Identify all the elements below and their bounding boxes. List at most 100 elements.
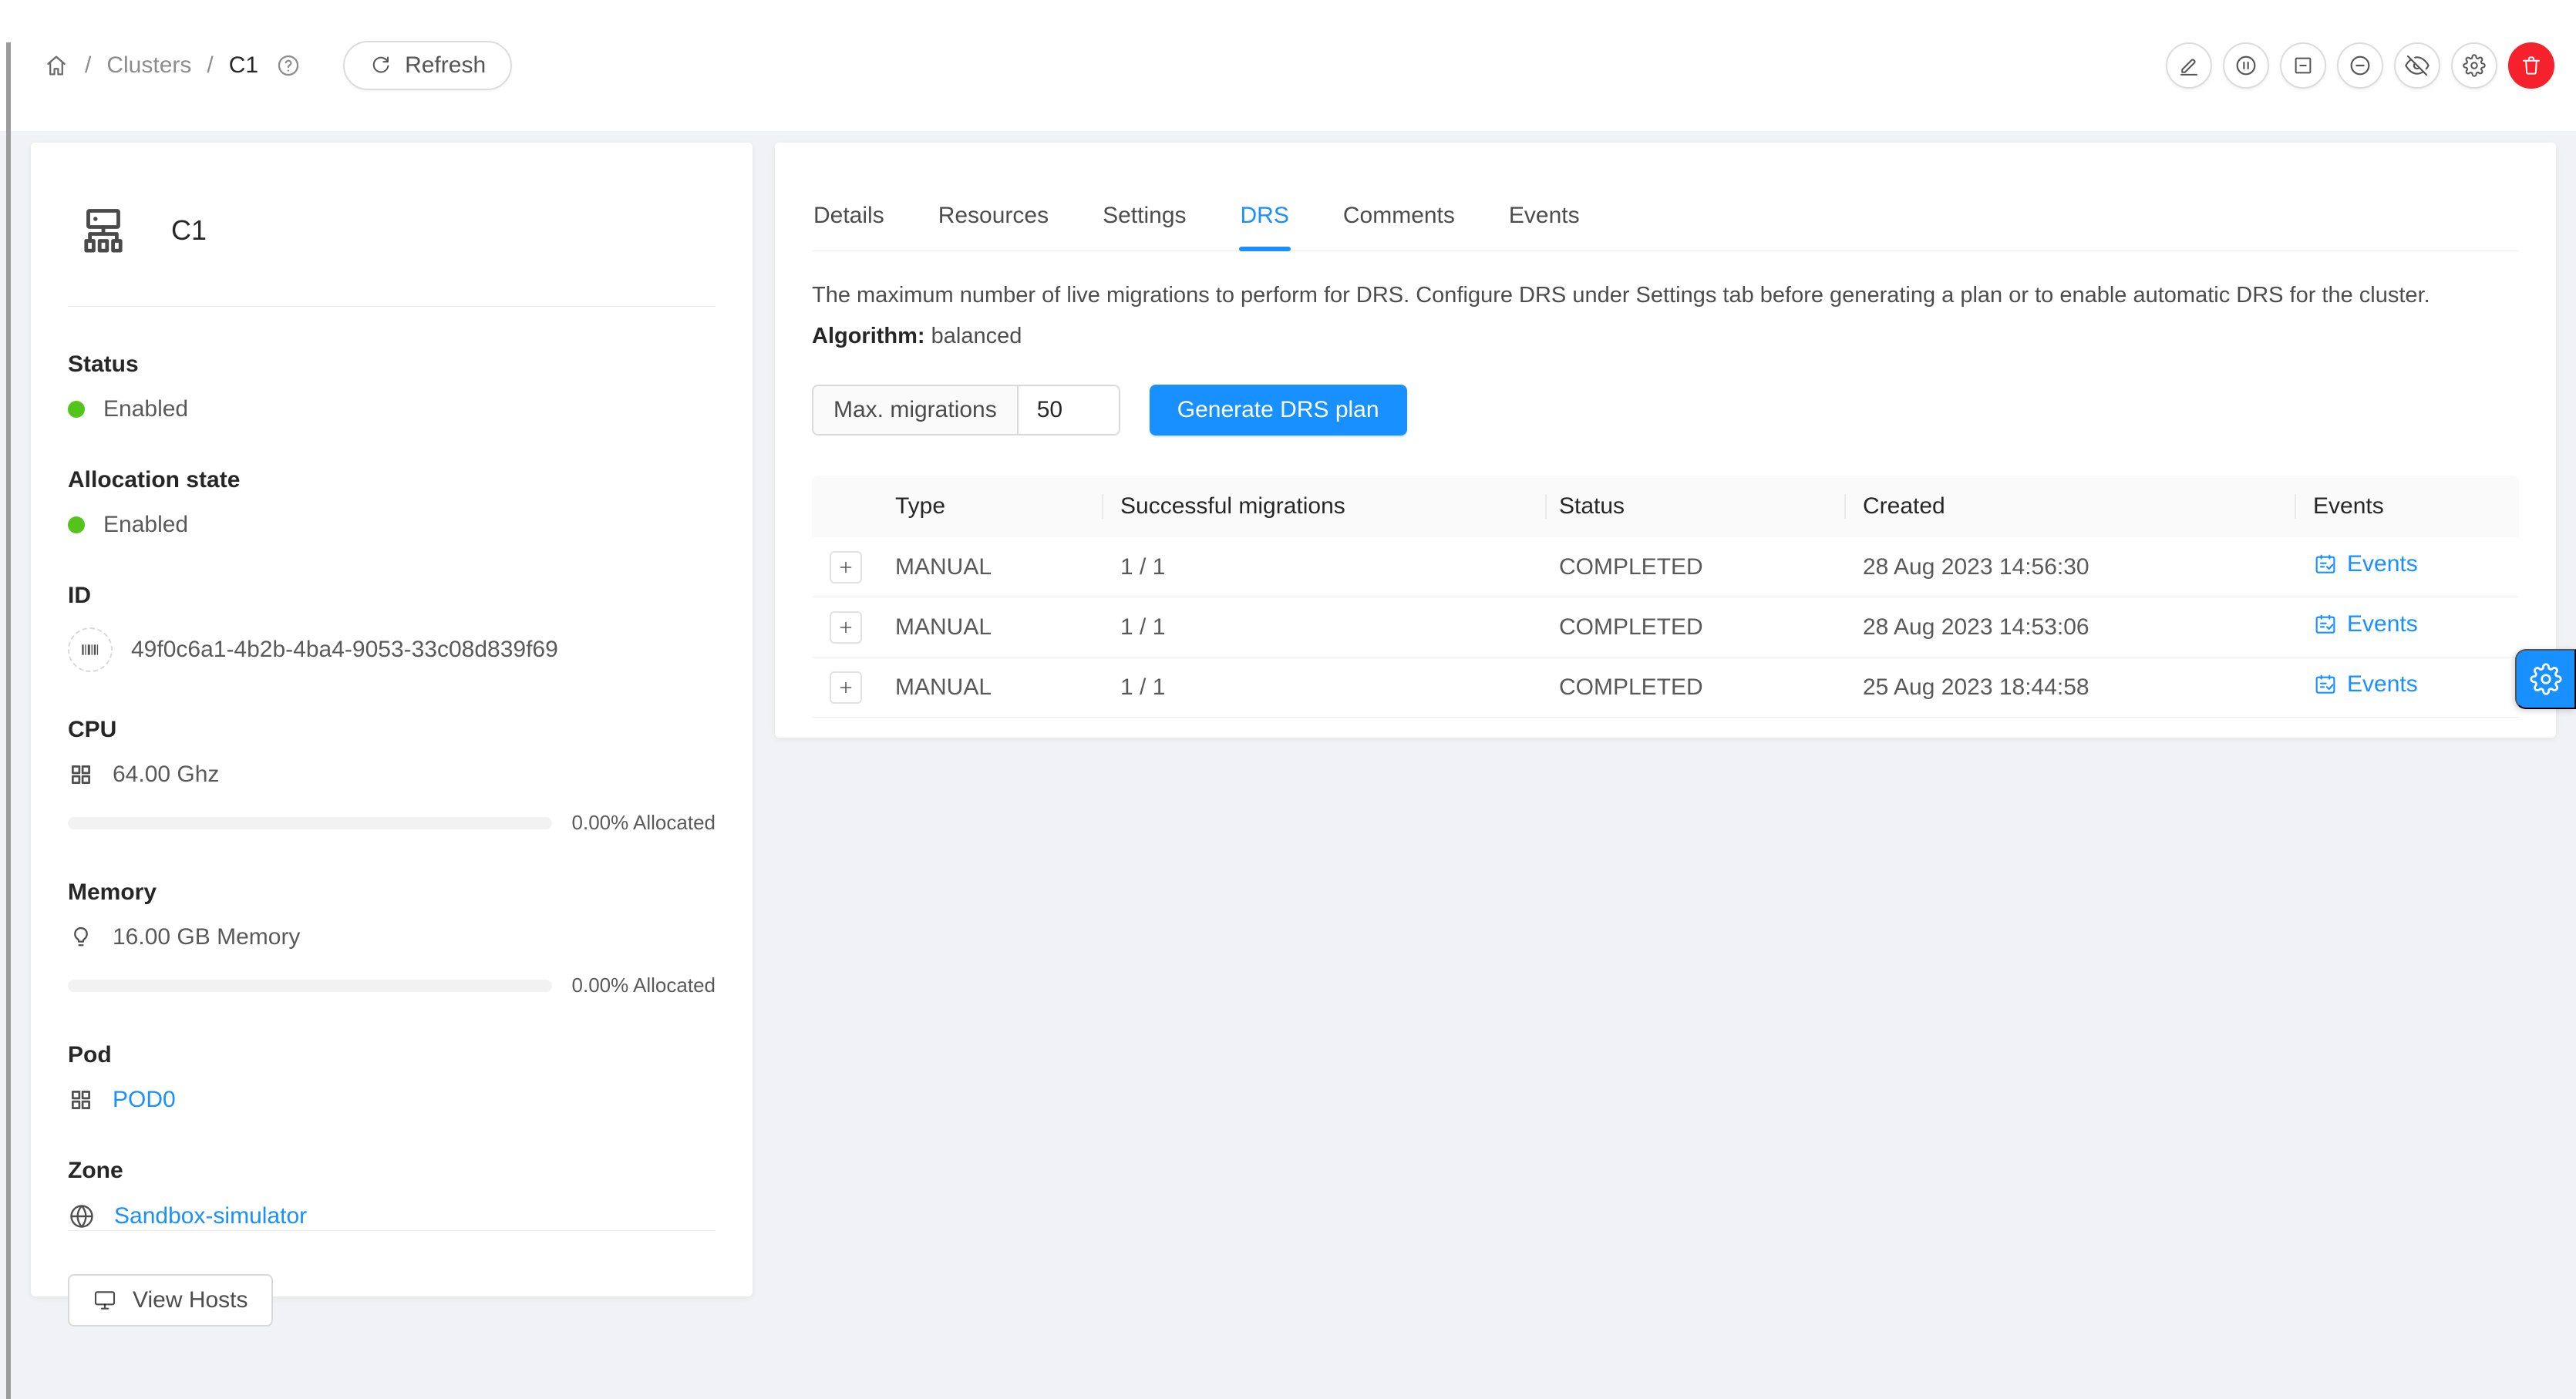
allocation-state-label: Allocation state	[68, 467, 716, 493]
table-header: Type Successful migrations Status Create…	[812, 476, 2519, 537]
pause-button[interactable]	[2223, 42, 2269, 89]
info-card-footer: View Hosts	[68, 1230, 716, 1327]
cluster-info-card: C1 Status Enabled Allocation state Enabl…	[31, 143, 753, 1296]
view-hosts-label: View Hosts	[133, 1287, 248, 1313]
refresh-label: Refresh	[405, 52, 486, 79]
cluster-detail-card: Details Resources Settings DRS Comments …	[775, 143, 2556, 738]
algorithm-value: balanced	[931, 324, 1022, 348]
bulb-icon	[68, 924, 94, 950]
memory-label: Memory	[68, 879, 716, 906]
breadcrumb-separator: /	[207, 52, 213, 79]
section-id: ID 49f0c6a1-4b2b-4ba4-9053-33c08d839f69	[68, 583, 716, 672]
id-value: 49f0c6a1-4b2b-4ba4-9053-33c08d839f69	[131, 637, 558, 663]
status-dot	[68, 401, 85, 418]
edit-button[interactable]	[2166, 42, 2212, 89]
cell-created: 28 Aug 2023 14:53:06	[1844, 614, 2295, 641]
tab-drs[interactable]: DRS	[1239, 183, 1291, 251]
cpu-value: 64.00 Ghz	[113, 762, 219, 788]
circle-minus-icon	[2348, 53, 2372, 78]
events-link[interactable]: Events	[2313, 671, 2418, 698]
gear-icon	[2463, 54, 2486, 77]
floating-settings-button[interactable]	[2515, 649, 2576, 709]
col-events: Events	[2295, 493, 2519, 520]
expand-row-button[interactable]	[830, 611, 862, 644]
globe-icon	[68, 1202, 96, 1230]
zone-link[interactable]: Sandbox-simulator	[114, 1203, 307, 1229]
tab-details[interactable]: Details	[812, 183, 886, 251]
memory-allocated-label: 0.00% Allocated	[572, 974, 716, 997]
status-value: Enabled	[103, 396, 188, 422]
tab-comments[interactable]: Comments	[1342, 183, 1456, 251]
cluster-title-row: C1	[68, 177, 716, 306]
zone-label: Zone	[68, 1158, 716, 1184]
tab-resources[interactable]: Resources	[937, 183, 1050, 251]
trash-icon	[2520, 54, 2543, 77]
schedule-icon	[2313, 612, 2338, 637]
max-migrations-addon: Max. migrations	[813, 386, 1019, 434]
disable-button[interactable]	[2337, 42, 2383, 89]
expand-row-button[interactable]	[830, 551, 862, 583]
pod-grid-icon	[68, 1087, 94, 1113]
settings-button[interactable]	[2451, 42, 2497, 89]
divider	[68, 306, 716, 307]
breadcrumb-item-clusters[interactable]: Clusters	[106, 52, 191, 79]
section-pod: Pod POD0	[68, 1042, 716, 1113]
cluster-name: C1	[171, 214, 207, 247]
tab-bar: Details Resources Settings DRS Comments …	[812, 143, 2519, 251]
drs-controls: Max. migrations Generate DRS plan	[812, 385, 2519, 436]
events-link-label: Events	[2347, 611, 2418, 637]
header-actions	[2166, 42, 2554, 89]
cell-created: 28 Aug 2023 14:56:30	[1844, 554, 2295, 580]
collapsed-sidebar-edge	[6, 42, 11, 1399]
algorithm-label: Algorithm:	[812, 324, 925, 348]
col-status: Status	[1545, 493, 1844, 520]
breadcrumb: / Clusters / C1 Refresh	[43, 41, 512, 90]
delete-button[interactable]	[2508, 42, 2554, 89]
gear-icon	[2530, 663, 2562, 695]
plus-icon	[837, 678, 855, 697]
section-zone: Zone Sandbox-simulator	[68, 1158, 716, 1230]
plus-icon	[837, 618, 855, 637]
cell-migrations: 1 / 1	[1102, 614, 1545, 641]
divider	[68, 1230, 716, 1231]
view-hosts-button[interactable]: View Hosts	[68, 1274, 273, 1327]
schedule-icon	[2313, 552, 2338, 577]
barcode-icon	[68, 627, 113, 672]
cell-migrations: 1 / 1	[1102, 554, 1545, 580]
pod-label: Pod	[68, 1042, 716, 1068]
section-status: Status Enabled	[68, 351, 716, 422]
tab-events[interactable]: Events	[1507, 183, 1581, 251]
expand-row-button[interactable]	[830, 671, 862, 704]
events-link[interactable]: Events	[2313, 551, 2418, 577]
hide-button[interactable]	[2394, 42, 2440, 89]
events-link-label: Events	[2347, 551, 2418, 577]
cell-status: COMPLETED	[1545, 554, 1844, 580]
cell-migrations: 1 / 1	[1102, 674, 1545, 701]
section-allocation-state: Allocation state Enabled	[68, 467, 716, 538]
schedule-icon	[2313, 672, 2338, 697]
status-label: Status	[68, 351, 716, 378]
cell-created: 25 Aug 2023 18:44:58	[1844, 674, 2295, 701]
max-migrations-input[interactable]	[1019, 386, 1119, 434]
generate-drs-plan-button[interactable]: Generate DRS plan	[1150, 385, 1407, 436]
refresh-button[interactable]: Refresh	[343, 41, 512, 90]
pause-circle-icon	[2234, 53, 2258, 78]
drs-plans-table: Type Successful migrations Status Create…	[812, 476, 2519, 718]
events-link-label: Events	[2347, 671, 2418, 698]
table-row: MANUAL 1 / 1 COMPLETED 28 Aug 2023 14:56…	[812, 537, 2519, 597]
cell-status: COMPLETED	[1545, 674, 1844, 701]
col-type: Type	[880, 493, 1102, 520]
cluster-icon	[76, 203, 131, 258]
id-label: ID	[68, 583, 716, 609]
allocation-state-value: Enabled	[103, 512, 188, 538]
cpu-progress-bar	[68, 817, 552, 829]
tab-settings[interactable]: Settings	[1101, 183, 1187, 251]
help-icon[interactable]	[275, 52, 301, 79]
home-icon[interactable]	[43, 52, 69, 79]
memory-progress-bar	[68, 980, 552, 992]
pod-link[interactable]: POD0	[113, 1087, 176, 1113]
unmanage-button[interactable]	[2280, 42, 2326, 89]
events-link[interactable]: Events	[2313, 611, 2418, 637]
monitor-icon	[93, 1288, 117, 1313]
algorithm-line: Algorithm: balanced	[812, 324, 2519, 349]
